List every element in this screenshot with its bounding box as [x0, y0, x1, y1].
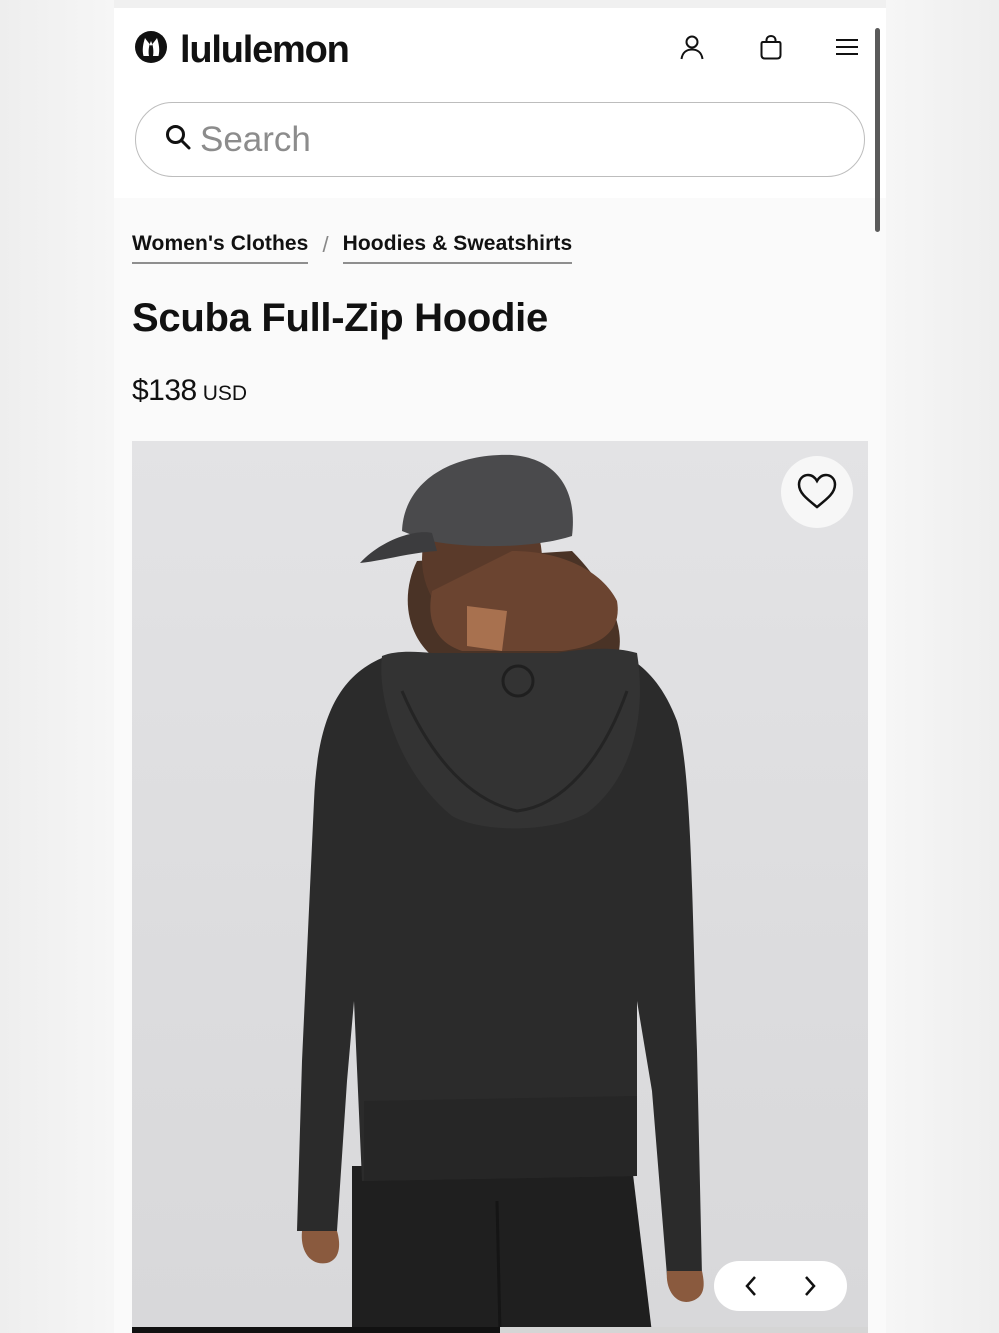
chevron-left-icon	[745, 1276, 757, 1296]
home-link[interactable]: lululemon	[134, 28, 350, 71]
gallery-progress-track	[132, 1327, 868, 1333]
chevron-right-icon	[804, 1276, 816, 1296]
page-background-left	[0, 0, 114, 1333]
favorite-button[interactable]	[781, 456, 853, 528]
breadcrumb-hoodies-sweatshirts[interactable]: Hoodies & Sweatshirts	[342, 232, 573, 264]
product-price: $138 USD	[132, 374, 247, 408]
breadcrumb-separator: /	[322, 232, 329, 257]
previous-image-button[interactable]	[732, 1266, 772, 1306]
next-image-button[interactable]	[789, 1266, 829, 1306]
page-background-right	[886, 0, 999, 1333]
lululemon-logo-icon	[134, 30, 168, 69]
price-amount: $138	[132, 374, 197, 407]
heart-icon	[797, 473, 837, 509]
brand-name: lululemon	[180, 28, 350, 71]
carousel-nav	[714, 1261, 847, 1311]
search-icon	[164, 123, 192, 156]
menu-icon[interactable]	[832, 32, 862, 62]
site-header: lululemon	[114, 8, 886, 198]
search-bar[interactable]	[135, 102, 865, 177]
product-image-gallery[interactable]	[132, 441, 868, 1333]
breadcrumb-womens-clothes[interactable]: Women's Clothes	[132, 232, 309, 264]
search-input[interactable]	[200, 119, 820, 160]
price-currency: USD	[202, 382, 248, 405]
gallery-progress-fill	[132, 1327, 500, 1333]
product-title: Scuba Full-Zip Hoodie	[132, 296, 548, 340]
shopping-bag-icon[interactable]	[756, 32, 786, 62]
scrollbar-thumb[interactable]	[875, 28, 880, 232]
account-icon[interactable]	[677, 32, 707, 62]
breadcrumb: Women's Clothes / Hoodies & Sweatshirts	[132, 232, 573, 264]
mobile-page: lululemon Search Women's Clothes / Hoodi…	[114, 8, 886, 1333]
product-image	[297, 454, 704, 1333]
